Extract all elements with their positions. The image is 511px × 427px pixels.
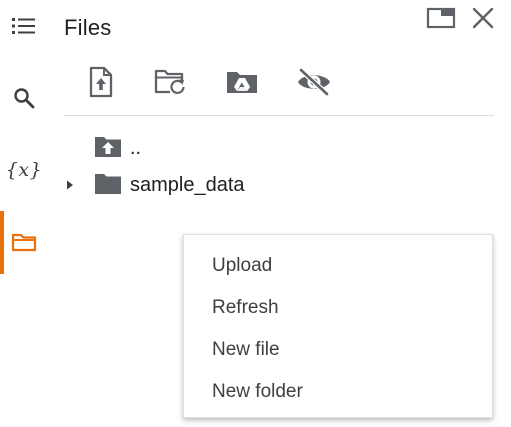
files-button[interactable] [0,222,48,262]
menu-item-upload[interactable]: Upload [184,245,492,287]
context-menu: Upload Refresh New file New folder [183,234,493,418]
parent-folder-icon [94,134,122,163]
close-button[interactable] [466,4,500,36]
search-icon [12,86,36,110]
drive-folder-icon [225,68,259,101]
toolbar-divider [64,115,494,116]
variables-icon: {x} [5,159,43,181]
list-icon [11,15,37,37]
menu-item-new-folder[interactable]: New folder [184,371,492,413]
search-button[interactable] [0,78,48,118]
folder-icon [11,231,37,253]
mount-drive-button[interactable] [220,64,264,104]
upload-file-icon [88,66,114,103]
caret-right-icon[interactable] [64,179,94,191]
variables-button[interactable]: {x} [0,150,48,190]
menu-item-new-file[interactable]: New file [184,329,492,371]
panel-title: Files [64,15,112,40]
left-rail: {x} [0,0,48,427]
folder-refresh-icon [153,68,187,101]
tree-item-sample-data[interactable]: sample_data [64,170,494,200]
tree-item-label: sample_data [130,173,245,196]
open-in-tab-button[interactable] [424,4,458,36]
colab-files-panel: {x} Files .. sample_data Upload Refresh … [0,0,511,427]
close-icon [471,6,495,35]
toggle-hidden-files-button[interactable] [292,64,336,104]
tree-item-parent[interactable]: .. [64,133,494,163]
upload-button[interactable] [79,64,123,104]
refresh-button[interactable] [148,64,192,104]
window-icon [426,6,456,35]
table-of-contents-button[interactable] [0,6,48,46]
folder-icon [94,171,122,200]
eye-off-icon [296,67,332,101]
menu-item-refresh[interactable]: Refresh [184,287,492,329]
tree-item-label: .. [130,136,142,159]
